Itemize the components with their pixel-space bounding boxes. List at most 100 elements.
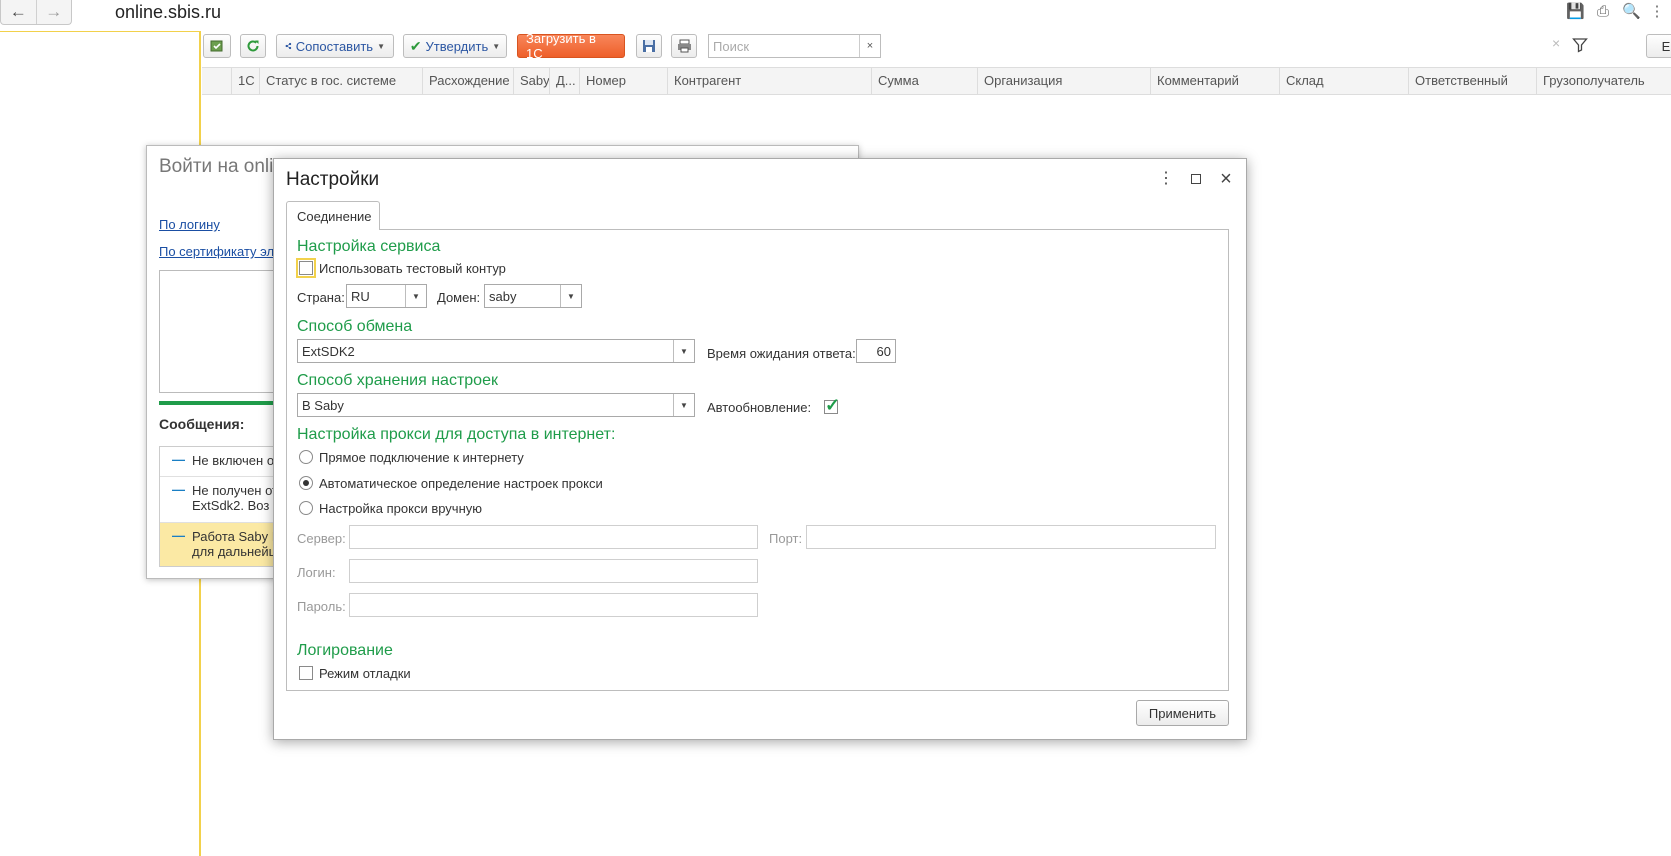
approve-label: Утвердить	[425, 38, 489, 54]
arrow-left-icon[interactable]: ←	[1, 0, 36, 24]
checkmark-icon: ✔	[409, 37, 422, 54]
login-by-certificate-link[interactable]: По сертификату эл	[159, 244, 274, 259]
proxy-manual-label: Настройка прокси вручную	[319, 501, 483, 516]
login-window-title: Войти на onli	[159, 156, 274, 177]
column-header[interactable]: Saby	[514, 68, 550, 94]
debug-mode-checkbox[interactable]	[299, 666, 313, 680]
proxy-direct-label: Прямое подключение к интернету	[319, 450, 524, 465]
settings-dialog: Настройки ⋮ × Соединение Настройка серви…	[273, 158, 1247, 740]
arrow-right-icon[interactable]: →	[35, 0, 72, 24]
logging-section-title: Логирование	[297, 642, 393, 659]
port-input[interactable]	[806, 525, 1216, 549]
column-header[interactable]: Комментарий	[1151, 68, 1280, 94]
column-header[interactable]: Грузополучатель	[1537, 68, 1671, 94]
column-header[interactable]: Статус в гос. системе	[260, 68, 423, 94]
save-icon[interactable]: 💾	[1566, 3, 1585, 21]
autoupdate-label: Автообновление:	[707, 400, 812, 415]
country-value: RU	[351, 288, 370, 304]
autoupdate-checkbox[interactable]: ✓	[824, 396, 840, 414]
column-header[interactable]: Д...	[550, 68, 580, 94]
login-by-password-link[interactable]: По логину	[159, 217, 220, 232]
apply-button[interactable]: Применить	[1136, 700, 1229, 726]
close-icon[interactable]: ×	[1216, 169, 1236, 189]
list-check-icon	[210, 40, 223, 52]
refresh-list-button[interactable]	[203, 34, 231, 58]
load-label: Загрузить в 1С	[526, 31, 596, 61]
save-button[interactable]	[636, 34, 662, 58]
preview-icon[interactable]: 🔍	[1622, 3, 1641, 21]
storage-section-title: Способ хранения настроек	[297, 372, 498, 389]
column-header[interactable]	[202, 68, 232, 94]
extra-toolbar-button[interactable]: Е	[1646, 34, 1671, 58]
table-header: 1С Статус в гос. системе Расхождение Sab…	[202, 67, 1671, 95]
exchange-method-select[interactable]: ExtSDK2 ▼	[297, 339, 695, 363]
debug-mode-label: Режим отладки	[319, 666, 411, 681]
chevron-down-icon[interactable]: ▼	[673, 394, 694, 416]
column-header[interactable]: Организация	[978, 68, 1151, 94]
maximize-icon[interactable]	[1186, 169, 1206, 189]
test-contour-label: Использовать тестовый контур	[319, 261, 506, 276]
site-title: online.sbis.ru	[115, 2, 222, 22]
exchange-method-value: ExtSDK2	[302, 343, 355, 359]
proxy-auto-radio[interactable]	[299, 476, 313, 490]
port-label: Порт:	[769, 531, 803, 546]
dash-icon: —	[172, 452, 185, 467]
filter-icon[interactable]	[1572, 37, 1588, 56]
refresh-button[interactable]	[240, 34, 266, 58]
clear-filter-icon[interactable]: ×	[1552, 35, 1560, 51]
column-header[interactable]: Расхождение	[423, 68, 514, 94]
country-label: Страна:	[297, 290, 345, 305]
print-icon[interactable]: ⎙	[1594, 3, 1612, 21]
clear-icon[interactable]: ×	[859, 35, 880, 57]
share-icon	[285, 42, 292, 50]
server-label: Сервер:	[297, 531, 346, 546]
domain-value: saby	[489, 288, 517, 304]
more-icon[interactable]: ⋮	[1648, 3, 1666, 21]
dialog-title: Настройки	[286, 169, 380, 190]
domain-select[interactable]: saby ▼	[484, 284, 582, 308]
tab-panel-connection: Настройка сервиса Использовать тестовый …	[286, 229, 1229, 691]
timeout-input[interactable]: 60	[856, 339, 896, 363]
exchange-section-title: Способ обмена	[297, 318, 413, 335]
extra-button-label: Е	[1661, 38, 1671, 54]
domain-label: Домен:	[437, 290, 481, 305]
search-input[interactable]	[709, 35, 859, 57]
floppy-icon	[643, 40, 655, 52]
column-header[interactable]: Номер	[580, 68, 668, 94]
compare-button[interactable]: Сопоставить ▼	[276, 34, 394, 58]
chevron-down-icon[interactable]: ▼	[560, 285, 581, 307]
timeout-value: 60	[876, 343, 891, 359]
column-header[interactable]: 1С	[232, 68, 260, 94]
print-button[interactable]	[671, 34, 697, 58]
column-header[interactable]: Сумма	[872, 68, 978, 94]
login-label: Логин:	[297, 565, 336, 580]
password-input[interactable]	[349, 593, 758, 617]
search-box[interactable]: ×	[708, 34, 881, 58]
column-header[interactable]: Ответственный	[1409, 68, 1537, 94]
approve-button[interactable]: ✔ Утвердить ▼	[403, 34, 507, 58]
load-to-1c-button[interactable]: Загрузить в 1С	[517, 31, 625, 61]
storage-method-select[interactable]: В Saby ▼	[297, 393, 695, 417]
storage-method-value: В Saby	[302, 397, 344, 413]
proxy-manual-radio[interactable]	[299, 501, 313, 515]
more-options-icon[interactable]: ⋮	[1156, 169, 1176, 189]
proxy-direct-radio[interactable]	[299, 450, 313, 464]
server-input[interactable]	[349, 525, 758, 549]
test-contour-checkbox[interactable]	[296, 258, 316, 278]
timeout-label: Время ожидания ответа:	[707, 346, 856, 361]
password-label: Пароль:	[297, 599, 346, 614]
dash-icon: —	[172, 482, 185, 497]
dash-icon: —	[172, 528, 185, 543]
chevron-down-icon[interactable]: ▼	[405, 285, 426, 307]
tab-connection[interactable]: Соединение	[286, 201, 380, 230]
chevron-down-icon[interactable]: ▼	[673, 340, 694, 362]
country-select[interactable]: RU ▼	[346, 284, 427, 308]
service-section-title: Настройка сервиса	[297, 238, 441, 255]
refresh-icon	[247, 40, 259, 52]
proxy-auto-label: Автоматическое определение настроек прок…	[319, 476, 603, 491]
column-header[interactable]: Контрагент	[668, 68, 872, 94]
column-header[interactable]: Склад	[1280, 68, 1409, 94]
browser-nav-buttons: ← →	[0, 0, 72, 25]
login-input[interactable]	[349, 559, 758, 583]
proxy-section-title: Настройка прокси для доступа в интернет:	[297, 426, 616, 443]
